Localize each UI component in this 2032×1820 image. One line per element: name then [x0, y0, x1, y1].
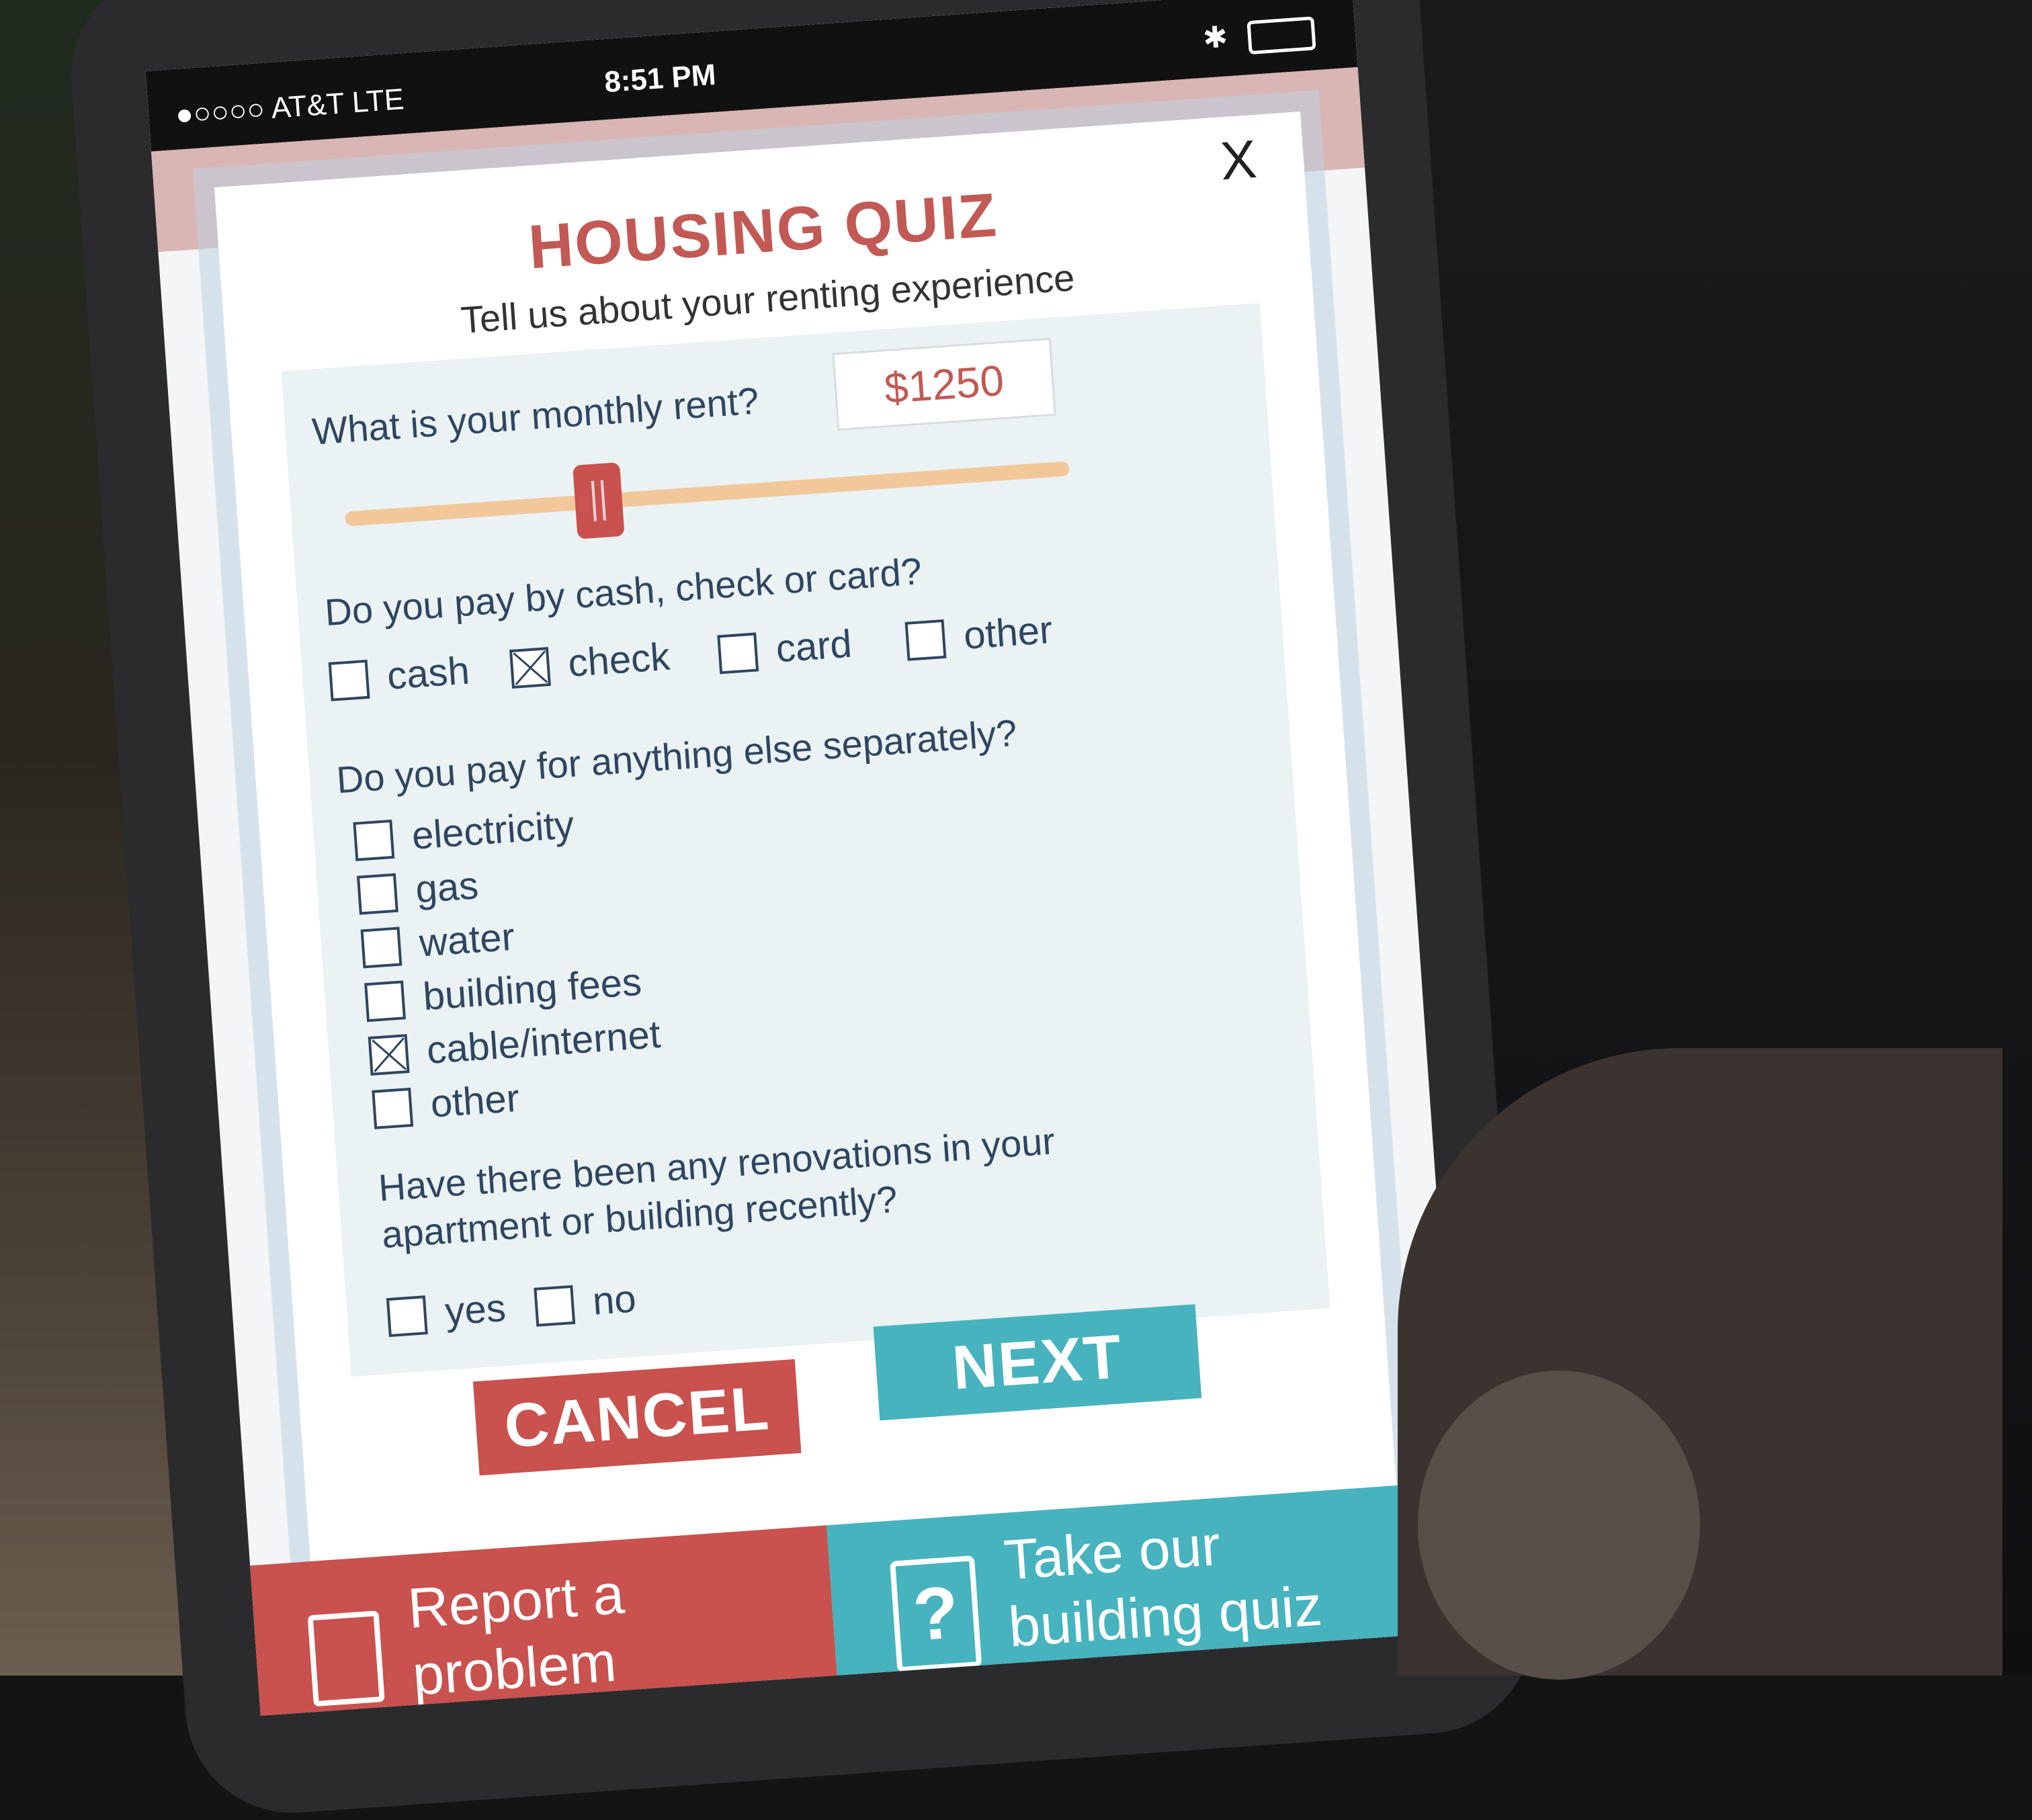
- payment-option-cash[interactable]: cash: [328, 648, 471, 702]
- checkbox[interactable]: [509, 647, 551, 689]
- rent-input[interactable]: $1250: [832, 337, 1056, 431]
- extras-option-water[interactable]: water: [360, 914, 516, 970]
- option-label: other: [962, 607, 1054, 658]
- renovations-option-yes[interactable]: yes: [386, 1285, 507, 1338]
- bluetooth-icon: ✱: [1201, 20, 1229, 55]
- payment-option-other[interactable]: other: [904, 607, 1054, 662]
- extras-option-electricity[interactable]: electricity: [353, 802, 576, 863]
- rent-slider-track[interactable]: [345, 461, 1070, 527]
- building-quiz-label: Take our building quiz: [1002, 1498, 1427, 1661]
- extras-option-gas[interactable]: gas: [356, 863, 480, 916]
- option-label: building fees: [421, 959, 643, 1019]
- checkbox[interactable]: [328, 659, 370, 701]
- renovations-option-no[interactable]: no: [534, 1276, 638, 1328]
- payment-option-card[interactable]: card: [717, 621, 853, 676]
- checkbox[interactable]: [353, 819, 395, 861]
- extras-option-other[interactable]: other: [372, 1076, 521, 1131]
- question-icon: ?: [890, 1555, 982, 1673]
- option-label: electricity: [410, 803, 576, 858]
- rent-slider-handle[interactable]: [573, 462, 625, 539]
- housing-quiz-modal: X HOUSING QUIZ Tell us about your rentin…: [214, 112, 1396, 1562]
- clock: 8:51 PM: [603, 58, 718, 99]
- quiz-form: What is your monthly rent? $1250 Do you …: [281, 302, 1330, 1377]
- option-label: check: [566, 634, 672, 685]
- option-label: yes: [443, 1285, 507, 1334]
- checkbox[interactable]: [717, 632, 759, 675]
- extras-option-cable-internet[interactable]: cable/internet: [368, 1012, 662, 1077]
- option-label: water: [417, 914, 516, 965]
- checkbox[interactable]: [534, 1285, 576, 1327]
- checkbox[interactable]: [386, 1295, 428, 1338]
- phone-screen: ●○○○○ AT&T LTE 8:51 PM ✱ X HOUSING QUIZ …: [145, 0, 1468, 1716]
- extras-question: Do you pay for anything else separately?: [335, 711, 1019, 801]
- carrier-label: ●○○○○ AT&T LTE: [174, 83, 405, 132]
- checkbox[interactable]: [904, 619, 947, 661]
- cancel-button[interactable]: CANCEL: [472, 1359, 802, 1476]
- battery-icon: [1246, 16, 1316, 55]
- option-label: gas: [414, 863, 480, 912]
- option-label: no: [591, 1276, 638, 1324]
- option-label: other: [429, 1076, 521, 1126]
- payment-question: Do you pay by cash, check or card?: [323, 550, 923, 634]
- checkbox[interactable]: [368, 1034, 410, 1076]
- checkbox[interactable]: [360, 926, 403, 969]
- option-label: card: [774, 621, 853, 671]
- checkbox[interactable]: [364, 980, 407, 1023]
- option-label: cash: [386, 648, 471, 698]
- checkbox[interactable]: [356, 873, 398, 915]
- payment-option-check[interactable]: check: [509, 634, 672, 690]
- document-icon: [307, 1610, 385, 1707]
- checkbox[interactable]: [372, 1087, 414, 1129]
- rent-question: What is your monthly rent?: [310, 379, 761, 453]
- option-label: cable/internet: [425, 1012, 662, 1073]
- thumbnail: [1418, 1371, 1700, 1680]
- extras-option-building-fees[interactable]: building fees: [364, 959, 643, 1024]
